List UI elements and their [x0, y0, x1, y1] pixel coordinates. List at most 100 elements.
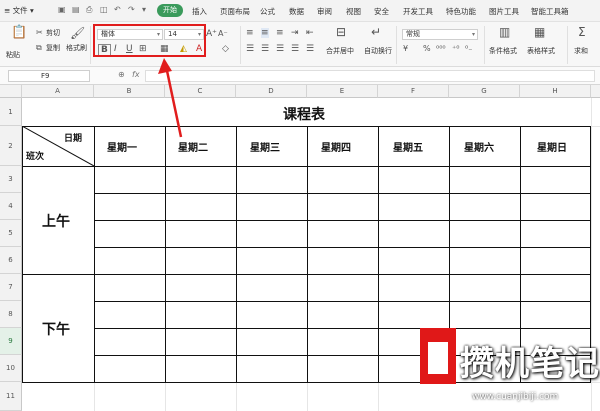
- export-icon[interactable]: ▤: [72, 5, 80, 14]
- indent-icon[interactable]: ⇥: [291, 28, 299, 38]
- formula-bar: F9 ⊕ fx: [0, 67, 600, 85]
- merge-center-button[interactable]: 合并居中: [326, 46, 354, 56]
- font-group-highlight: [93, 24, 206, 57]
- fx-icon[interactable]: fx: [132, 70, 140, 79]
- cell-reference: F9: [41, 72, 50, 80]
- align-right-icon[interactable]: ☰: [276, 44, 284, 54]
- preview-icon[interactable]: ◫: [100, 5, 108, 14]
- save-icon[interactable]: ▣: [58, 5, 66, 14]
- row-header-3[interactable]: 3: [0, 166, 22, 193]
- decrease-decimal-icon[interactable]: ⁰₋: [465, 44, 472, 54]
- weekday-wednesday: 星期三: [250, 143, 280, 154]
- copy-icon[interactable]: ⧉: [36, 43, 42, 53]
- watermark: 攒机笔记 www.cuanjibiji.com: [420, 328, 600, 411]
- tab-view[interactable]: 视图: [346, 6, 361, 17]
- paste-icon[interactable]: 📋: [11, 26, 27, 39]
- distributed-icon[interactable]: ☰: [306, 44, 314, 54]
- auto-wrap-button[interactable]: 自动换行: [364, 46, 392, 56]
- row-header-2[interactable]: 2: [0, 126, 22, 166]
- tab-developer[interactable]: 开发工具: [403, 6, 433, 17]
- col-header-a[interactable]: A: [22, 85, 94, 98]
- auto-wrap-icon[interactable]: ↵: [371, 26, 381, 38]
- sum-icon[interactable]: Σ: [578, 26, 586, 38]
- currency-icon[interactable]: ¥: [403, 44, 408, 54]
- copy-button[interactable]: 复制: [46, 43, 60, 53]
- outdent-icon[interactable]: ⇤: [306, 28, 314, 38]
- paste-button[interactable]: 粘贴: [6, 50, 20, 60]
- row-header-5[interactable]: 5: [0, 220, 22, 247]
- col-header-c[interactable]: C: [165, 85, 236, 98]
- tab-page-layout[interactable]: 页面布局: [220, 6, 250, 17]
- header-date-label: 日期: [64, 134, 83, 144]
- row-header-1[interactable]: 1: [0, 98, 22, 126]
- align-center-icon[interactable]: ☰: [261, 44, 269, 54]
- weekday-tuesday: 星期二: [178, 143, 208, 154]
- chevron-down-icon: ▾: [471, 31, 475, 38]
- align-middle-icon[interactable]: ≡: [261, 28, 269, 38]
- thousands-icon[interactable]: ⁰⁰⁰: [436, 44, 446, 54]
- table-border: [378, 126, 379, 382]
- conditional-format-button[interactable]: 条件格式: [489, 46, 517, 56]
- table-style-button[interactable]: 表格样式: [527, 46, 555, 56]
- decrease-font-icon[interactable]: A⁻: [218, 29, 228, 39]
- zoom-icon[interactable]: ⊕: [118, 70, 125, 79]
- row-header-7[interactable]: 7: [0, 274, 22, 301]
- table-border: [94, 126, 95, 382]
- tab-home[interactable]: 开始: [157, 4, 183, 17]
- row-header-11[interactable]: 11: [0, 382, 22, 411]
- print-icon[interactable]: ⎙: [86, 5, 92, 15]
- tab-security[interactable]: 安全: [374, 6, 389, 17]
- justify-icon[interactable]: ☰: [291, 44, 299, 54]
- row-header-6[interactable]: 6: [0, 247, 22, 274]
- undo-icon[interactable]: ↶: [114, 5, 121, 14]
- weekday-monday: 星期一: [107, 143, 137, 154]
- col-header-more[interactable]: [591, 85, 600, 98]
- select-all-corner[interactable]: [0, 85, 22, 98]
- align-bottom-icon[interactable]: ≡: [276, 28, 284, 38]
- formula-input[interactable]: [145, 70, 595, 82]
- menu-bar: ≡ 文件 ▾ ▣ ▤ ⎙ ◫ ↶ ↷ ▾ 开始 插入 页面布局 公式 数据 审阅…: [0, 0, 600, 22]
- merge-center-icon[interactable]: ⊟: [336, 26, 346, 38]
- sheet-title: 课程表: [283, 107, 325, 123]
- watermark-text: 攒机笔记: [460, 344, 600, 384]
- tab-review[interactable]: 审阅: [317, 6, 332, 17]
- col-header-g[interactable]: G: [449, 85, 520, 98]
- tab-smart-toolbox[interactable]: 智能工具箱: [531, 6, 569, 17]
- cut-button[interactable]: 剪切: [46, 28, 60, 38]
- row-header-9[interactable]: 9: [0, 328, 22, 355]
- name-box[interactable]: F9: [8, 70, 90, 82]
- conditional-format-icon[interactable]: ▥: [499, 26, 510, 38]
- col-header-e[interactable]: E: [307, 85, 378, 98]
- increase-decimal-icon[interactable]: ⁺⁰: [452, 44, 459, 54]
- format-painter-button[interactable]: 格式刷: [66, 43, 87, 53]
- gridline: [307, 382, 308, 411]
- increase-font-icon[interactable]: A⁺: [206, 29, 217, 39]
- row-header-8[interactable]: 8: [0, 301, 22, 328]
- col-header-h[interactable]: H: [520, 85, 591, 98]
- col-header-f[interactable]: F: [378, 85, 449, 98]
- number-format-select[interactable]: 常规 ▾: [402, 29, 478, 40]
- col-header-d[interactable]: D: [236, 85, 307, 98]
- gridline: [165, 382, 166, 411]
- tab-insert[interactable]: 插入: [192, 6, 207, 17]
- table-border: [165, 126, 166, 382]
- percent-icon[interactable]: %: [423, 44, 431, 54]
- table-style-icon[interactable]: ▦: [534, 26, 545, 38]
- file-menu[interactable]: ≡ 文件 ▾: [4, 5, 34, 16]
- format-painter-icon[interactable]: 🖌: [70, 27, 85, 39]
- cut-icon[interactable]: ✂: [36, 28, 43, 38]
- clear-format-icon[interactable]: ◇: [222, 44, 229, 54]
- divider: [396, 26, 397, 64]
- tab-picture-tools[interactable]: 图片工具: [489, 6, 519, 17]
- tab-formulas[interactable]: 公式: [260, 6, 275, 17]
- more-icon[interactable]: ▾: [142, 5, 146, 14]
- redo-icon[interactable]: ↷: [128, 5, 135, 14]
- sum-button[interactable]: 求和: [574, 46, 588, 56]
- tab-special-features[interactable]: 特色功能: [446, 6, 476, 17]
- row-header-4[interactable]: 4: [0, 193, 22, 220]
- col-header-b[interactable]: B: [94, 85, 165, 98]
- align-left-icon[interactable]: ☰: [246, 44, 254, 54]
- tab-data[interactable]: 数据: [289, 6, 304, 17]
- row-header-10[interactable]: 10: [0, 355, 22, 382]
- align-top-icon[interactable]: ≡: [246, 28, 254, 38]
